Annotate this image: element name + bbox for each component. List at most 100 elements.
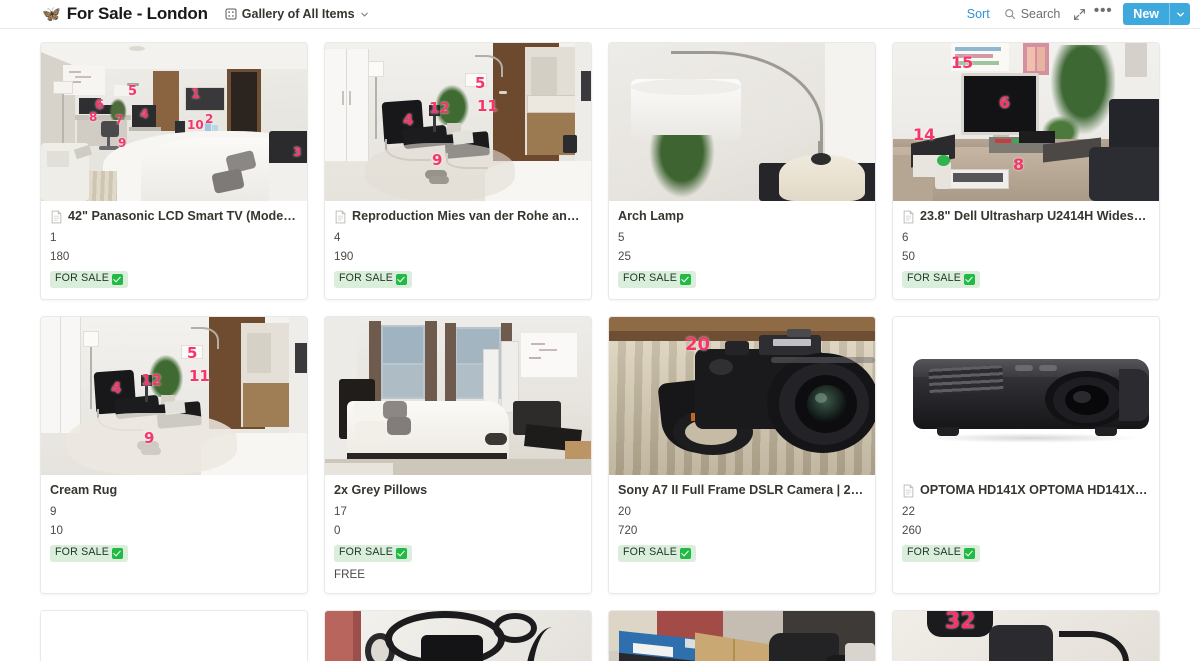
card-property-1: 6 — [902, 231, 909, 244]
card-title: Arch Lamp — [618, 209, 684, 223]
status-badge: FOR SALE — [618, 271, 696, 288]
status-badge: FOR SALE — [902, 271, 980, 288]
status-badge: FOR SALE — [334, 271, 412, 288]
card-image-cables[interactable] — [325, 610, 591, 661]
card-property-1: 17 — [334, 505, 347, 518]
search-icon — [1004, 8, 1016, 20]
search-button[interactable]: Search — [997, 4, 1068, 24]
card-property-1: 9 — [50, 505, 57, 518]
ellipsis-icon: ••• — [1093, 1, 1113, 19]
card-title: 2x Grey Pillows — [334, 483, 428, 497]
gallery-card[interactable] — [324, 609, 592, 661]
gallery-card[interactable]: 1 2 3 4 5 6 7 8 9 10 42" Panasonic LCD S… — [40, 42, 308, 300]
card-property-2: 260 — [902, 525, 922, 538]
check-icon — [680, 547, 691, 559]
card-title-row: OPTOMA HD141X OPTOMA HD141X 1080P... — [902, 483, 1150, 499]
card-title-row: Arch Lamp — [618, 209, 866, 225]
gallery-card[interactable]: 20 Sony A7 II Full Frame DSLR Camera | 2… — [608, 316, 876, 594]
document-icon — [902, 483, 915, 498]
card-title-row: Sony A7 II Full Frame DSLR Camera | 28-7… — [618, 483, 866, 499]
card-image-bedroom-chair[interactable]: 4 5 9 11 12 — [325, 43, 591, 201]
check-icon — [964, 547, 975, 559]
gallery-card[interactable]: 29 — [608, 609, 876, 661]
card-body: Cream Rug 9 10 FOR SALE — [41, 475, 307, 573]
card-image-bedroom-pillows[interactable] — [325, 317, 591, 475]
card-property-1: 1 — [50, 231, 57, 244]
card-image-arch-lamp[interactable] — [609, 43, 875, 201]
card-image-desk-monitor[interactable]: 6 8 14 15 — [893, 43, 1159, 201]
sort-button[interactable]: Sort — [960, 4, 997, 24]
status-badge-label: FOR SALE — [907, 272, 961, 285]
gallery-card[interactable] — [40, 609, 308, 661]
status-badge-label: FOR SALE — [339, 272, 393, 285]
card-property-1: 5 — [618, 231, 625, 244]
new-button[interactable]: New — [1123, 3, 1190, 25]
check-icon — [396, 547, 407, 559]
card-property-2: 190 — [334, 251, 354, 264]
status-badge-label: FOR SALE — [623, 272, 677, 285]
new-button-label: New — [1133, 7, 1159, 21]
card-tag-row: FOR SALE — [50, 271, 298, 288]
gallery-card[interactable]: OPTOMA HD141X OPTOMA HD141X 1080P... 22 … — [892, 316, 1160, 594]
card-tag-row: FOR SALE — [334, 545, 582, 562]
card-property-2: 0 — [334, 525, 341, 538]
card-image-trespass-box[interactable]: 29 — [609, 610, 875, 661]
header-actions: Sort Search ••• New — [960, 3, 1190, 25]
status-badge: FOR SALE — [902, 545, 980, 562]
card-title-row: 42" Panasonic LCD Smart TV (Model Num... — [50, 209, 298, 225]
gallery-card[interactable]: 2x Grey Pillows 17 0 FOR SALE FREE — [324, 316, 592, 594]
expand-button[interactable] — [1067, 3, 1091, 25]
expand-icon — [1073, 8, 1086, 21]
card-body: Sony A7 II Full Frame DSLR Camera | 28-7… — [609, 475, 875, 573]
card-property-2: 50 — [902, 251, 915, 264]
status-badge-label: FOR SALE — [339, 546, 393, 559]
card-image-toshiba[interactable]: 32 — [893, 610, 1159, 661]
page-emoji-icon: 🦋 — [42, 5, 61, 23]
card-property-1: 22 — [902, 505, 915, 518]
card-image-blank[interactable] — [41, 610, 307, 661]
gallery-card[interactable]: Arch Lamp 5 25 FOR SALE — [608, 42, 876, 300]
card-title-row: Cream Rug — [50, 483, 298, 499]
app-header: 🦋 For Sale - London Gallery of All Items… — [0, 0, 1200, 29]
search-label: Search — [1020, 7, 1061, 21]
card-tag-row: FOR SALE — [902, 545, 1150, 562]
gallery-grid: 1 2 3 4 5 6 7 8 9 10 42" Panasonic LCD S… — [0, 29, 1200, 661]
status-badge-label: FOR SALE — [55, 546, 109, 559]
card-image-rug-room[interactable]: 4 5 9 11 12 — [41, 317, 307, 475]
card-body: Arch Lamp 5 25 FOR SALE — [609, 201, 875, 299]
status-badge-label: FOR SALE — [55, 272, 109, 285]
card-image-projector[interactable] — [893, 317, 1159, 475]
chevron-down-icon — [1176, 10, 1185, 19]
card-title: Reproduction Mies van der Rohe and Lilly… — [352, 209, 582, 223]
check-icon — [112, 547, 123, 559]
card-title: 23.8" Dell Ultrasharp U2414H Widescreen … — [920, 209, 1150, 223]
card-property-2: 10 — [50, 525, 63, 538]
document-icon — [334, 209, 347, 224]
card-property-1: 20 — [618, 505, 631, 518]
card-tag-row: FOR SALE — [618, 271, 866, 288]
new-button-dropdown[interactable] — [1170, 3, 1190, 25]
more-options-button[interactable]: ••• — [1091, 3, 1115, 25]
card-tag-row: FOR SALE — [334, 271, 582, 288]
status-badge: FOR SALE — [50, 271, 128, 288]
grid-icon — [225, 8, 237, 20]
card-tag-row: FOR SALE — [50, 545, 298, 562]
card-tag-row: FOR SALE — [902, 271, 1150, 288]
view-selector[interactable]: Gallery of All Items — [222, 6, 372, 22]
status-badge: FOR SALE — [50, 545, 128, 562]
gallery-card[interactable]: 4 5 9 11 12 Reproduction Mies van der Ro… — [324, 42, 592, 300]
card-image-sony-camera[interactable]: 20 — [609, 317, 875, 475]
card-title: Sony A7 II Full Frame DSLR Camera | 28-7… — [618, 483, 866, 497]
status-badge-label: FOR SALE — [907, 546, 961, 559]
check-icon — [112, 273, 123, 285]
check-icon — [396, 273, 407, 285]
gallery-card[interactable]: 6 8 14 15 23.8" Dell Ultrasharp U2414H W… — [892, 42, 1160, 300]
view-name-label: Gallery of All Items — [241, 7, 355, 21]
gallery-card[interactable]: 32 — [892, 609, 1160, 661]
card-body: 23.8" Dell Ultrasharp U2414H Widescreen … — [893, 201, 1159, 299]
gallery-card[interactable]: 4 5 9 11 12 Cream Rug 9 10 FOR SALE — [40, 316, 308, 594]
card-image-bedroom-tv[interactable]: 1 2 3 4 5 6 7 8 9 10 — [41, 43, 307, 201]
check-icon — [680, 273, 691, 285]
check-icon — [964, 273, 975, 285]
chevron-down-icon — [360, 10, 369, 19]
